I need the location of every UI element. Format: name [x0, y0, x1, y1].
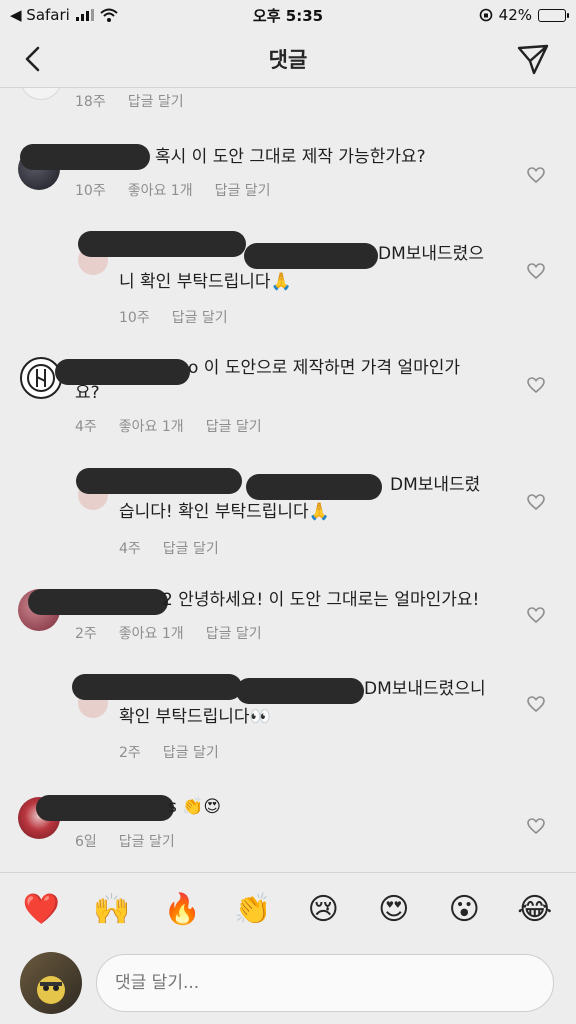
emoji-joy-button[interactable]: 😂 [515, 894, 555, 925]
comment-text: s 👏😍 [168, 797, 222, 817]
heart-icon[interactable] [526, 375, 546, 395]
comments-list[interactable]: 18주 답글 달기 혹시 이 도안 그대로 제작 가능한가요? 10주 좋아요 … [0, 88, 576, 870]
heart-icon[interactable] [526, 261, 546, 281]
redacted-username [28, 589, 168, 615]
redacted-username [72, 674, 242, 700]
redacted-username [36, 795, 174, 821]
comment-time: 2주 [75, 626, 97, 642]
emoji-quick-bar: ❤️ 🙌 🔥 👏 😢 😍 😮 😂 [0, 872, 576, 946]
comment-meta: 4주 좋아요 1개 답글 달기 [75, 416, 262, 436]
comment-text-line2: 확인 부탁드립니다👀 [119, 707, 271, 727]
comment-text-line1: DM보내드렸으니 [364, 679, 486, 699]
logo-avatar-icon [27, 364, 55, 392]
like-count[interactable]: 좋아요 1개 [119, 416, 184, 436]
redacted-mention [236, 678, 364, 704]
comment-meta: 10주 좋아요 1개 답글 달기 [75, 180, 271, 200]
reply-link[interactable]: 답글 달기 [163, 742, 219, 762]
battery-icon [538, 8, 569, 22]
my-avatar [20, 952, 82, 1014]
emoji-heart-eyes-button[interactable]: 😍 [374, 894, 414, 925]
reply-link[interactable]: 답글 달기 [119, 831, 175, 851]
clock: 오후 5:35 [252, 6, 324, 25]
comment-text-line2: 습니다! 확인 부탁드립니다🙏 [119, 502, 330, 522]
reply-link[interactable]: 답글 달기 [172, 307, 228, 327]
comment-text-line1: o 이 도안으로 제작하면 가격 얼마인가 [188, 358, 461, 378]
emoji-heart-button[interactable]: ❤️ [21, 894, 61, 925]
orientation-lock-icon [479, 8, 492, 22]
signal-icon [75, 9, 94, 21]
direct-message-icon[interactable] [516, 42, 550, 76]
heart-icon[interactable] [526, 694, 546, 714]
reply-link[interactable]: 답글 달기 [206, 623, 262, 643]
page-title: 댓글 [268, 47, 308, 72]
battery-percent: 42% [498, 6, 532, 24]
comment-text-line1: DM보내드렸으 [378, 244, 484, 264]
comment-time: 4주 [75, 419, 97, 435]
back-arrow-icon[interactable] [20, 44, 48, 74]
heart-icon[interactable] [526, 492, 546, 512]
comment-meta: 2주 답글 달기 [119, 742, 219, 762]
comment-time: 4주 [119, 541, 141, 557]
comment-time: 6일 [75, 834, 97, 850]
comment-time: 2주 [119, 745, 141, 761]
redacted-mention [244, 243, 378, 269]
redacted-username [20, 144, 150, 170]
comment-text-line2: 요? [75, 383, 100, 403]
avatar-image-icon [37, 976, 65, 1004]
redacted-username [76, 468, 242, 494]
comment-meta: 2주 좋아요 1개 답글 달기 [75, 623, 262, 643]
comment-text: 혹시 이 도안 그대로 제작 가능한가요? [155, 147, 426, 167]
status-bar: ◀ Safari 오후 5:35 42% [0, 0, 576, 30]
like-count[interactable]: 좋아요 1개 [119, 623, 184, 643]
comment-meta: 10주 답글 달기 [119, 307, 228, 327]
emoji-crying-button[interactable]: 😢 [303, 894, 343, 925]
avatar[interactable] [20, 88, 62, 100]
emoji-surprised-button[interactable]: 😮 [444, 894, 484, 925]
emoji-raised-hands-button[interactable]: 🙌 [92, 894, 132, 925]
comment-meta: 4주 답글 달기 [119, 538, 219, 558]
comment-time: 18주 [75, 94, 106, 110]
emoji-fire-button[interactable]: 🔥 [162, 894, 202, 925]
redacted-mention [246, 474, 382, 500]
back-to-app-link[interactable]: ◀ Safari [10, 6, 70, 24]
comment-text: 2 안녕하세요! 이 도안 그대로는 얼마인가요! [162, 590, 480, 610]
heart-icon[interactable] [526, 605, 546, 625]
redacted-username [78, 231, 246, 257]
comment-meta: 6일 답글 달기 [75, 831, 175, 851]
header: 댓글 [0, 30, 576, 88]
comment-time: 10주 [75, 183, 106, 199]
comment-text-line2: 니 확인 부탁드립니다🙏 [119, 272, 292, 292]
like-count[interactable]: 좋아요 1개 [128, 180, 193, 200]
emoji-clap-button[interactable]: 👏 [233, 894, 273, 925]
reply-link[interactable]: 답글 달기 [215, 180, 271, 200]
heart-icon[interactable] [526, 816, 546, 836]
comment-text-line1: DM보내드렸 [390, 475, 481, 495]
comment-time: 10주 [119, 310, 150, 326]
comment-composer [0, 946, 576, 1024]
reply-link[interactable]: 답글 달기 [206, 416, 262, 436]
heart-icon[interactable] [526, 165, 546, 185]
comment-meta: 18주 답글 달기 [75, 91, 184, 111]
wifi-icon [100, 8, 118, 22]
reply-link[interactable]: 답글 달기 [128, 91, 184, 111]
reply-link[interactable]: 답글 달기 [163, 538, 219, 558]
comment-input[interactable] [96, 954, 554, 1012]
